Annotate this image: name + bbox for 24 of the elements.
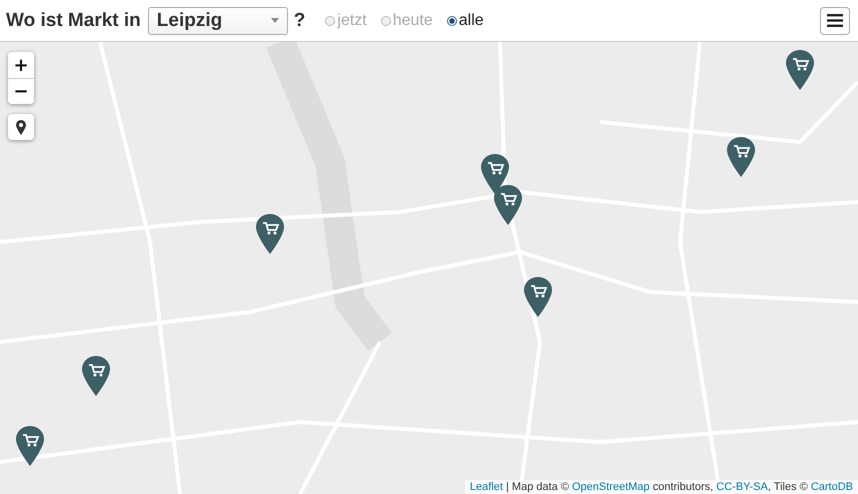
shopping-cart-marker-icon[interactable] bbox=[16, 426, 44, 466]
page-title: Wo ist Markt in bbox=[6, 10, 141, 32]
caret-icon bbox=[270, 18, 279, 23]
zoom-out-button[interactable]: − bbox=[8, 78, 34, 104]
locate-button[interactable] bbox=[8, 114, 34, 140]
location-pin-icon bbox=[16, 120, 26, 134]
city-select[interactable]: Leipzig bbox=[148, 6, 288, 34]
menu-button[interactable] bbox=[820, 6, 850, 34]
shopping-cart-marker-icon[interactable] bbox=[727, 137, 755, 177]
attribution-link[interactable]: OpenStreetMap bbox=[572, 481, 650, 493]
zoom-in-button[interactable]: + bbox=[8, 52, 34, 78]
map-attribution: Leaflet | Map data © OpenStreetMap contributors, CC-BY-SA, Tiles © CartoDB bbox=[464, 480, 858, 494]
time-filter-radio[interactable]: alle bbox=[446, 12, 484, 30]
shopping-cart-marker-icon[interactable] bbox=[786, 50, 814, 90]
shopping-cart-marker-icon[interactable] bbox=[494, 185, 522, 225]
help-link[interactable]: ? bbox=[294, 10, 306, 32]
attribution-link[interactable]: CC-BY-SA bbox=[716, 481, 768, 493]
shopping-cart-marker-icon[interactable] bbox=[256, 214, 284, 254]
shopping-cart-marker-icon[interactable] bbox=[524, 277, 552, 317]
attribution-link[interactable]: Leaflet bbox=[470, 481, 503, 493]
shopping-cart-marker-icon[interactable] bbox=[481, 154, 509, 194]
attribution-link[interactable]: CartoDB bbox=[810, 481, 853, 493]
menu-icon bbox=[827, 14, 843, 27]
shopping-cart-marker-icon[interactable] bbox=[82, 356, 110, 396]
